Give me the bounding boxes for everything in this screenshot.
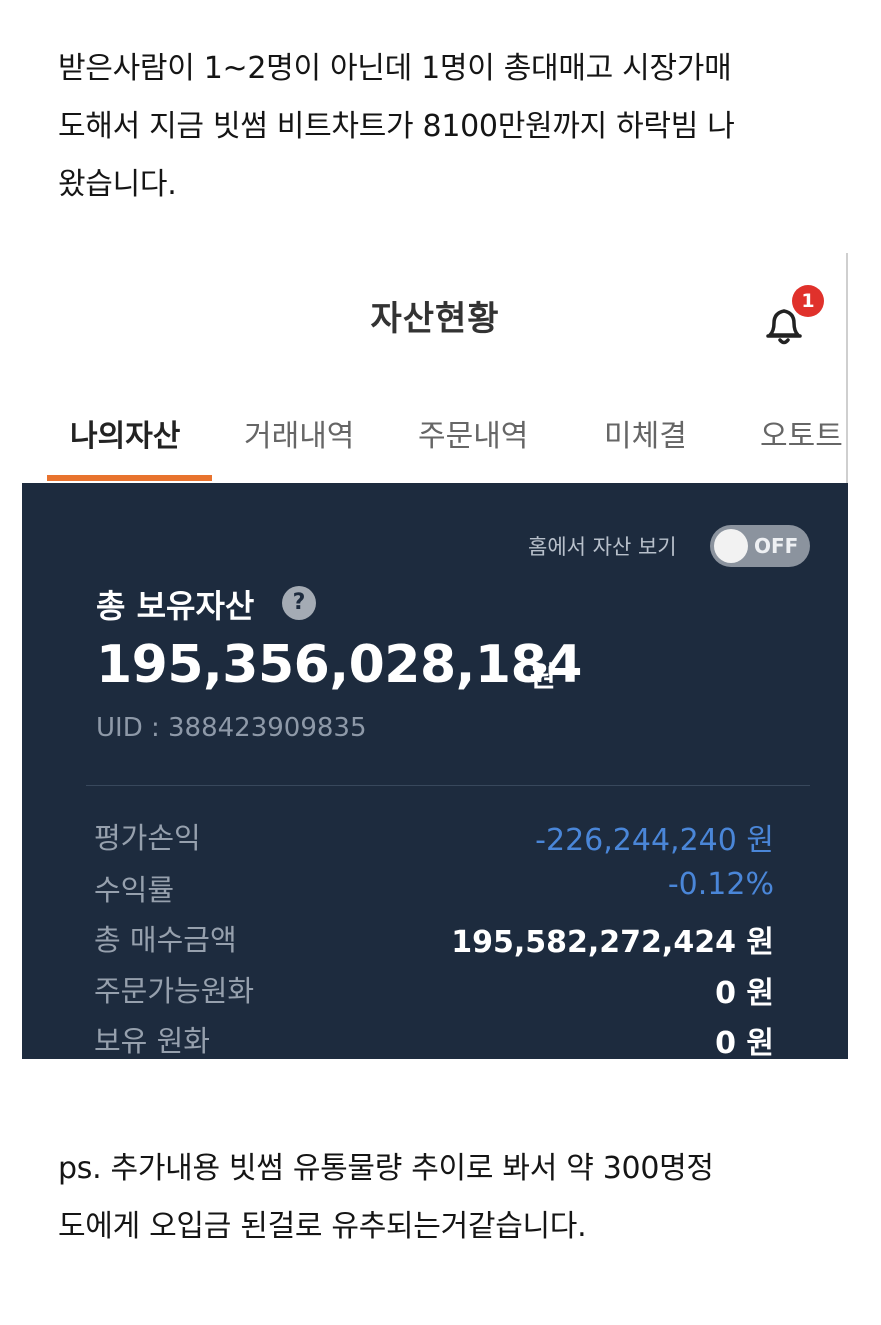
tab-trade-history[interactable]: 거래내역	[244, 411, 354, 455]
row-label: 보유 원화	[94, 1024, 210, 1058]
toggle-knob	[714, 529, 748, 563]
total-assets-unit: 원	[530, 660, 556, 693]
tab-unfilled[interactable]: 미체결	[604, 411, 687, 455]
row-label: 주문가능원화	[94, 974, 255, 1008]
home-toggle-label: 홈에서 자산 보기	[528, 535, 677, 559]
row-label: 수익률	[94, 873, 175, 907]
row-return-rate: 수익률 -0.12%	[94, 867, 774, 917]
post-ps-text: ps. 추가내용 빗썸 유통물량 추이로 봐서 약 300명정 도에게 오입금 …	[58, 1151, 714, 1244]
row-label: 총 매수금액	[94, 923, 237, 957]
row-value: -0.12%	[667, 867, 774, 902]
row-value: 195,582,272,424 원	[451, 925, 774, 960]
tab-order-history[interactable]: 주문내역	[418, 411, 528, 455]
notification-badge: 1	[792, 285, 824, 317]
toggle-state: OFF	[754, 534, 799, 558]
row-label: 평가손익	[94, 821, 201, 855]
active-tab-indicator	[47, 475, 212, 481]
user-id: UID : 388423909835	[96, 713, 367, 743]
embedded-app-screenshot: 자산현황 1 나의자산 거래내역 주문내역 미체결 오토트 홈에서 자산 보기 …	[22, 253, 848, 1059]
row-available-krw: 주문가능원화 0 원	[94, 968, 774, 1018]
asset-summary-panel: 홈에서 자산 보기 OFF 총 보유자산 ? 195,356,028,184 원…	[22, 483, 848, 1059]
tab-my-assets[interactable]: 나의자산	[70, 411, 180, 455]
tab-bar: 나의자산 거래내역 주문내역 미체결 오토트	[22, 393, 848, 483]
notification-button[interactable]: 1	[760, 285, 824, 347]
row-value: 0 원	[715, 976, 774, 1011]
row-total-purchase: 총 매수금액 195,582,272,424 원	[94, 917, 774, 967]
tab-auto-trade[interactable]: 오토트	[760, 411, 843, 455]
row-valuation-pl: 평가손익 -226,244,240 원	[94, 815, 774, 865]
total-assets-value: 195,356,028,184	[96, 635, 582, 695]
row-held-krw: 보유 원화 0 원	[94, 1018, 774, 1059]
home-view-toggle[interactable]: OFF	[710, 525, 810, 567]
row-value: -226,244,240 원	[535, 823, 774, 858]
question-circle-icon[interactable]: ?	[282, 586, 316, 620]
page-title: 자산현황	[370, 299, 500, 339]
divider	[86, 785, 810, 786]
total-assets-label: 총 보유자산	[96, 587, 255, 625]
post-intro-text: 받은사람이 1~2명이 아닌데 1명이 총대매고 시장가매 도해서 지금 빗썸 …	[58, 51, 735, 202]
row-value: 0 원	[715, 1026, 774, 1059]
